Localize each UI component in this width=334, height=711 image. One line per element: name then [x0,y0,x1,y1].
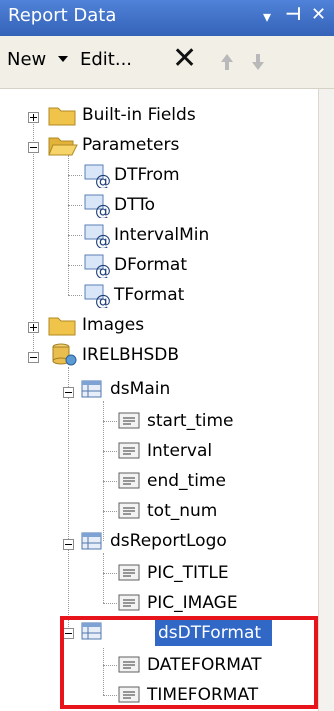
field-icon [118,594,140,611]
tree-line [68,155,69,295]
edit-button[interactable]: Edit... [80,49,132,70]
tree-line [68,367,69,629]
window-position-dropdown-icon[interactable]: ▾ [263,7,271,26]
svg-text:@: @ [95,171,111,188]
red-annotation-box [60,616,318,709]
svg-text:@: @ [95,201,111,218]
parameter-icon: @ [84,224,111,248]
tree-node-images[interactable]: Images [82,314,144,336]
tree-node-field[interactable]: tot_num [147,500,217,522]
parameter-icon: @ [84,284,111,308]
tree-line [68,265,82,266]
tree-node-parameter[interactable]: DTTo [114,194,155,216]
tree-line [103,421,117,422]
expand-toggle-builtin-fields[interactable] [28,112,39,123]
tree-line [68,205,82,206]
tree-line [68,175,82,176]
panel-title-bar: Report Data ▾ ⊣ ✕ [0,0,334,36]
close-icon[interactable]: ✕ [311,4,326,25]
tree-node-field[interactable]: Interval [147,440,212,462]
tree-line [103,481,117,482]
tree-node-dataset[interactable]: dsMain [110,378,170,400]
tree-line [103,401,104,541]
tree-node-dataset[interactable]: dsReportLogo [110,530,227,552]
toolbar: New Edit... ✕ [0,36,334,89]
tree-node-field[interactable]: PIC_IMAGE [147,592,238,614]
collapse-toggle-datasource[interactable] [28,352,39,363]
svg-text:@: @ [95,231,111,248]
arrow-up-icon[interactable] [220,52,234,72]
report-data-panel: Report Data ▾ ⊣ ✕ New Edit... ✕ Built-in… [0,0,334,711]
field-icon [118,564,140,581]
svg-text:@: @ [95,291,111,308]
tree-node-parameter[interactable]: TFormat [114,284,184,306]
arrow-down-icon[interactable] [251,52,265,72]
tree-node-field[interactable]: start_time [147,410,234,432]
collapse-toggle-dataset[interactable] [63,387,74,398]
open-folder-icon [48,137,78,156]
field-icon [118,442,140,459]
tree-line [103,603,117,604]
new-dropdown-arrow-icon[interactable] [58,56,68,62]
tree-node-field[interactable]: end_time [147,470,226,492]
tree-node-field[interactable]: PIC_TITLE [147,562,229,584]
parameter-icon: @ [84,194,111,218]
folder-icon [48,107,76,126]
field-icon [118,412,140,429]
tree-node-datasource[interactable]: IRELBHSDB [82,344,179,366]
svg-text:@: @ [95,261,111,278]
tree-line [68,295,82,296]
expand-toggle-images[interactable] [28,322,39,333]
tree-line [103,553,104,603]
dataset-icon [81,380,102,398]
tree-node-parameter[interactable]: DFormat [114,254,187,276]
folder-icon [48,317,76,336]
tree-line [103,511,117,512]
tree-node-parameter[interactable]: IntervalMin [114,224,209,246]
parameter-icon: @ [84,164,111,188]
tree-line [103,573,117,574]
vertical-scrollbar[interactable] [318,89,334,711]
tree-node-parameters[interactable]: Parameters [82,134,179,156]
field-icon [118,502,140,519]
tree-line [68,235,82,236]
tree-node-builtin-fields[interactable]: Built-in Fields [82,104,196,126]
parameter-icon: @ [84,254,111,278]
delete-x-icon[interactable]: ✕ [172,42,197,76]
tree-node-parameter[interactable]: DTFrom [114,164,180,186]
new-button[interactable]: New [7,49,46,70]
field-icon [118,472,140,489]
auto-hide-pin-icon[interactable]: ⊣ [285,4,301,25]
dataset-icon [81,532,102,550]
panel-title: Report Data [8,5,117,26]
collapse-toggle-dataset[interactable] [63,539,74,550]
tree-line [103,451,117,452]
data-source-icon [52,343,77,366]
collapse-toggle-parameters[interactable] [28,142,39,153]
tree-line [33,121,34,355]
